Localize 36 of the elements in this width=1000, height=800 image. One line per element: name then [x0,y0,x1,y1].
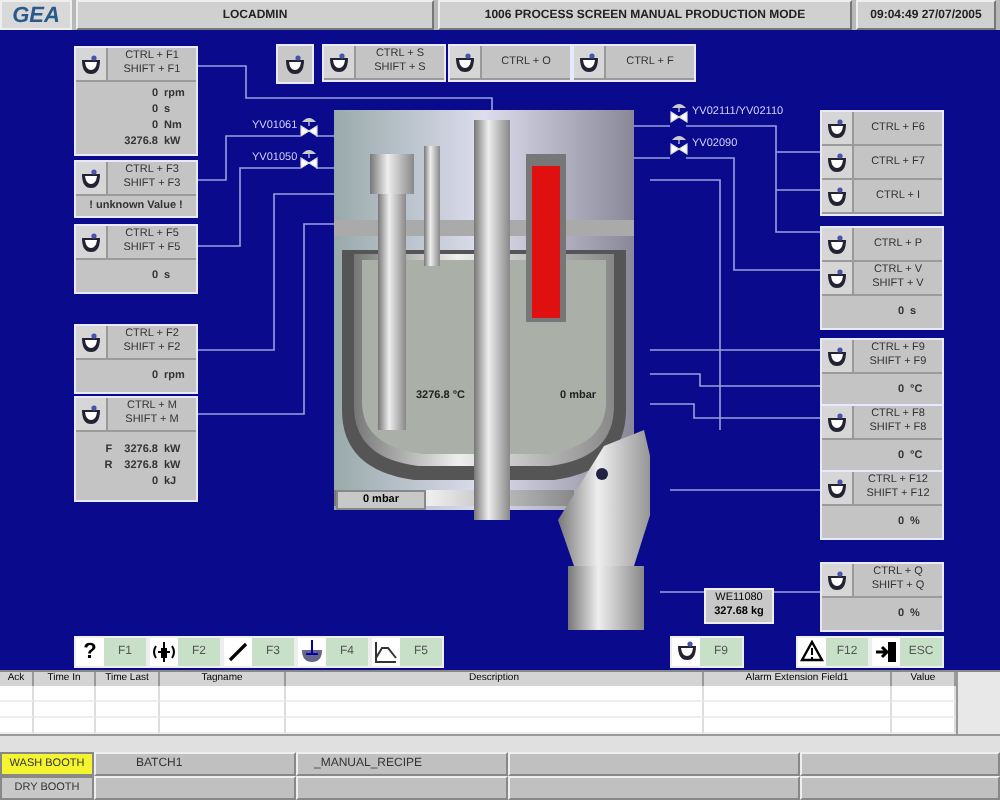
bowl-icon [80,331,102,353]
bowl-icon [826,477,848,499]
bowl-icon [826,345,848,367]
bowl-icon [80,231,102,253]
vessel-button[interactable] [276,44,314,84]
bowl-icon [675,640,697,662]
bowl-icon [284,53,306,75]
logo: GEA [0,0,72,30]
bowl-icon [80,403,102,425]
bowl-icon [826,117,848,139]
pen-icon [228,641,248,661]
valve-icon[interactable] [670,132,688,156]
valve-icon[interactable] [300,114,318,138]
bowl-icon [826,267,848,289]
bowl-icon [80,53,102,75]
valve-icon[interactable] [300,146,318,170]
bowl-icon [454,51,476,73]
bowl-icon [826,411,848,433]
bowl-icon [826,151,848,173]
valve-icon[interactable] [670,100,688,124]
line-chart-icon [374,639,398,663]
bowl-icon [578,51,600,73]
help-icon: ? [76,637,104,665]
mixer-icon [300,639,324,663]
bowl-icon [826,185,848,207]
agitator-icon [152,639,176,663]
exit-icon [874,639,898,663]
connector-line [629,157,671,159]
bowl-icon [328,51,350,73]
horizontal-scrollbar[interactable] [0,734,1000,752]
warning-icon [800,640,824,662]
connector-line [629,125,671,127]
vertical-scrollbar[interactable] [956,672,1000,734]
bowl-icon [826,569,848,591]
bowl-icon [80,167,102,189]
bowl-icon [826,233,848,255]
